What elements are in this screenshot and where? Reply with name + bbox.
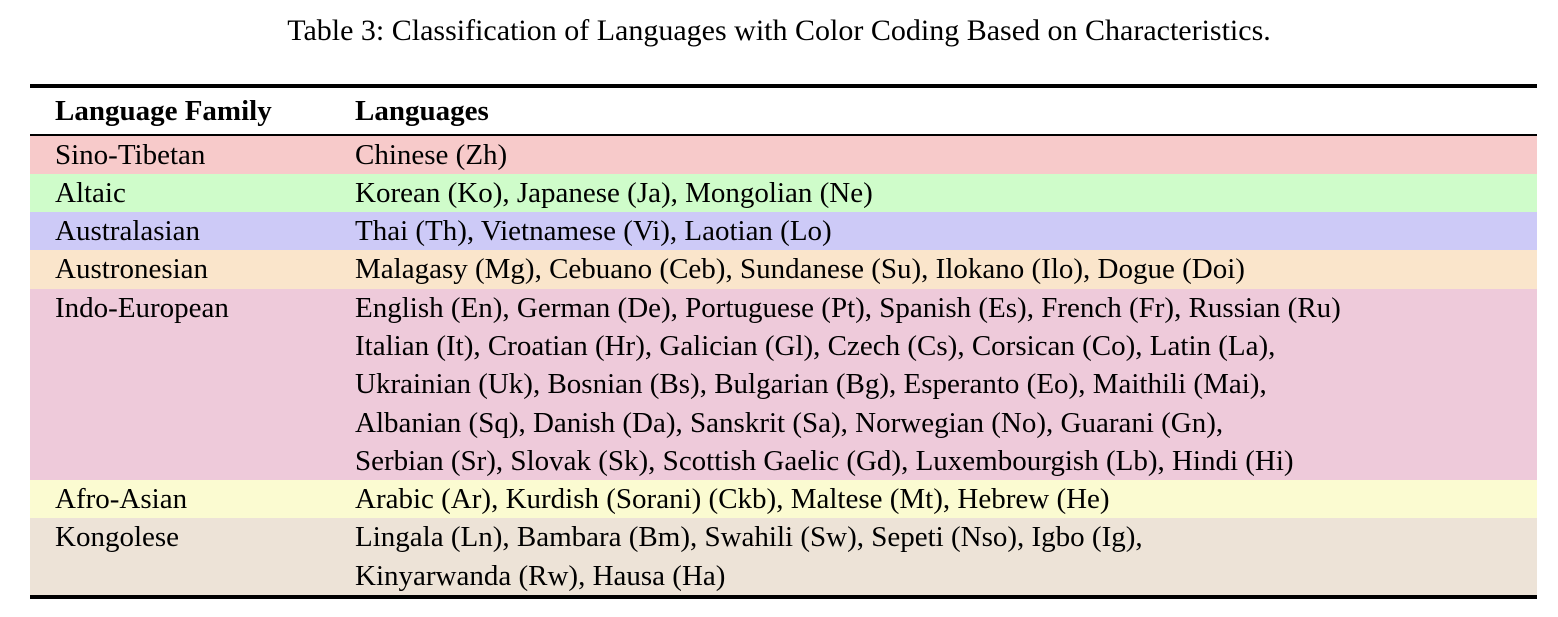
table-row-afro-asian: Afro-Asian Arabic (Ar), Kurdish (Sorani)… bbox=[30, 480, 1537, 518]
languages-line: Serbian (Sr), Slovak (Sk), Scottish Gael… bbox=[355, 442, 1537, 480]
languages-line: Malagasy (Mg), Cebuano (Ceb), Sundanese … bbox=[355, 250, 1537, 288]
languages-cell: English (En), German (De), Portuguese (P… bbox=[355, 289, 1537, 480]
language-family-cell: Indo-European bbox=[30, 289, 355, 480]
language-family-cell: Afro-Asian bbox=[30, 480, 355, 518]
languages-line: Thai (Th), Vietnamese (Vi), Laotian (Lo) bbox=[355, 212, 1537, 250]
languages-cell: Lingala (Ln), Bambara (Bm), Swahili (Sw)… bbox=[355, 518, 1537, 595]
language-family-cell: Austronesian bbox=[30, 250, 355, 288]
languages-line: Lingala (Ln), Bambara (Bm), Swahili (Sw)… bbox=[355, 518, 1537, 556]
header-languages: Languages bbox=[355, 95, 1537, 128]
languages-line: Chinese (Zh) bbox=[355, 136, 1537, 174]
classification-table: Language Family Languages Sino-Tibetan C… bbox=[30, 84, 1537, 599]
header-language-family: Language Family bbox=[30, 95, 355, 128]
table-row-indo-european: Indo-European English (En), German (De),… bbox=[30, 289, 1537, 480]
table-row-kongolese: Kongolese Lingala (Ln), Bambara (Bm), Sw… bbox=[30, 518, 1537, 595]
table-row-altaic: Altaic Korean (Ko), Japanese (Ja), Mongo… bbox=[30, 174, 1537, 212]
languages-cell: Thai (Th), Vietnamese (Vi), Laotian (Lo) bbox=[355, 212, 1537, 250]
languages-line: English (En), German (De), Portuguese (P… bbox=[355, 289, 1537, 327]
language-family-cell: Altaic bbox=[30, 174, 355, 212]
languages-cell: Arabic (Ar), Kurdish (Sorani) (Ckb), Mal… bbox=[355, 480, 1537, 518]
table-row-australasian: Australasian Thai (Th), Vietnamese (Vi),… bbox=[30, 212, 1537, 250]
table-header-row: Language Family Languages bbox=[30, 88, 1537, 134]
languages-line: Ukrainian (Uk), Bosnian (Bs), Bulgarian … bbox=[355, 365, 1537, 403]
table-row-sino-tibetan: Sino-Tibetan Chinese (Zh) bbox=[30, 136, 1537, 174]
languages-line: Albanian (Sq), Danish (Da), Sanskrit (Sa… bbox=[355, 404, 1537, 442]
table-caption: Table 3: Classification of Languages wit… bbox=[0, 0, 1558, 48]
languages-cell: Malagasy (Mg), Cebuano (Ceb), Sundanese … bbox=[355, 250, 1537, 288]
languages-line: Italian (It), Croatian (Hr), Galician (G… bbox=[355, 327, 1537, 365]
languages-line: Arabic (Ar), Kurdish (Sorani) (Ckb), Mal… bbox=[355, 480, 1537, 518]
languages-line: Korean (Ko), Japanese (Ja), Mongolian (N… bbox=[355, 174, 1537, 212]
languages-cell: Chinese (Zh) bbox=[355, 136, 1537, 174]
language-family-cell: Sino-Tibetan bbox=[30, 136, 355, 174]
table-row-austronesian: Austronesian Malagasy (Mg), Cebuano (Ceb… bbox=[30, 250, 1537, 288]
languages-line: Kinyarwanda (Rw), Hausa (Ha) bbox=[355, 557, 1537, 595]
language-family-cell: Australasian bbox=[30, 212, 355, 250]
languages-cell: Korean (Ko), Japanese (Ja), Mongolian (N… bbox=[355, 174, 1537, 212]
language-family-cell: Kongolese bbox=[30, 518, 355, 595]
bottom-rule bbox=[30, 595, 1537, 599]
